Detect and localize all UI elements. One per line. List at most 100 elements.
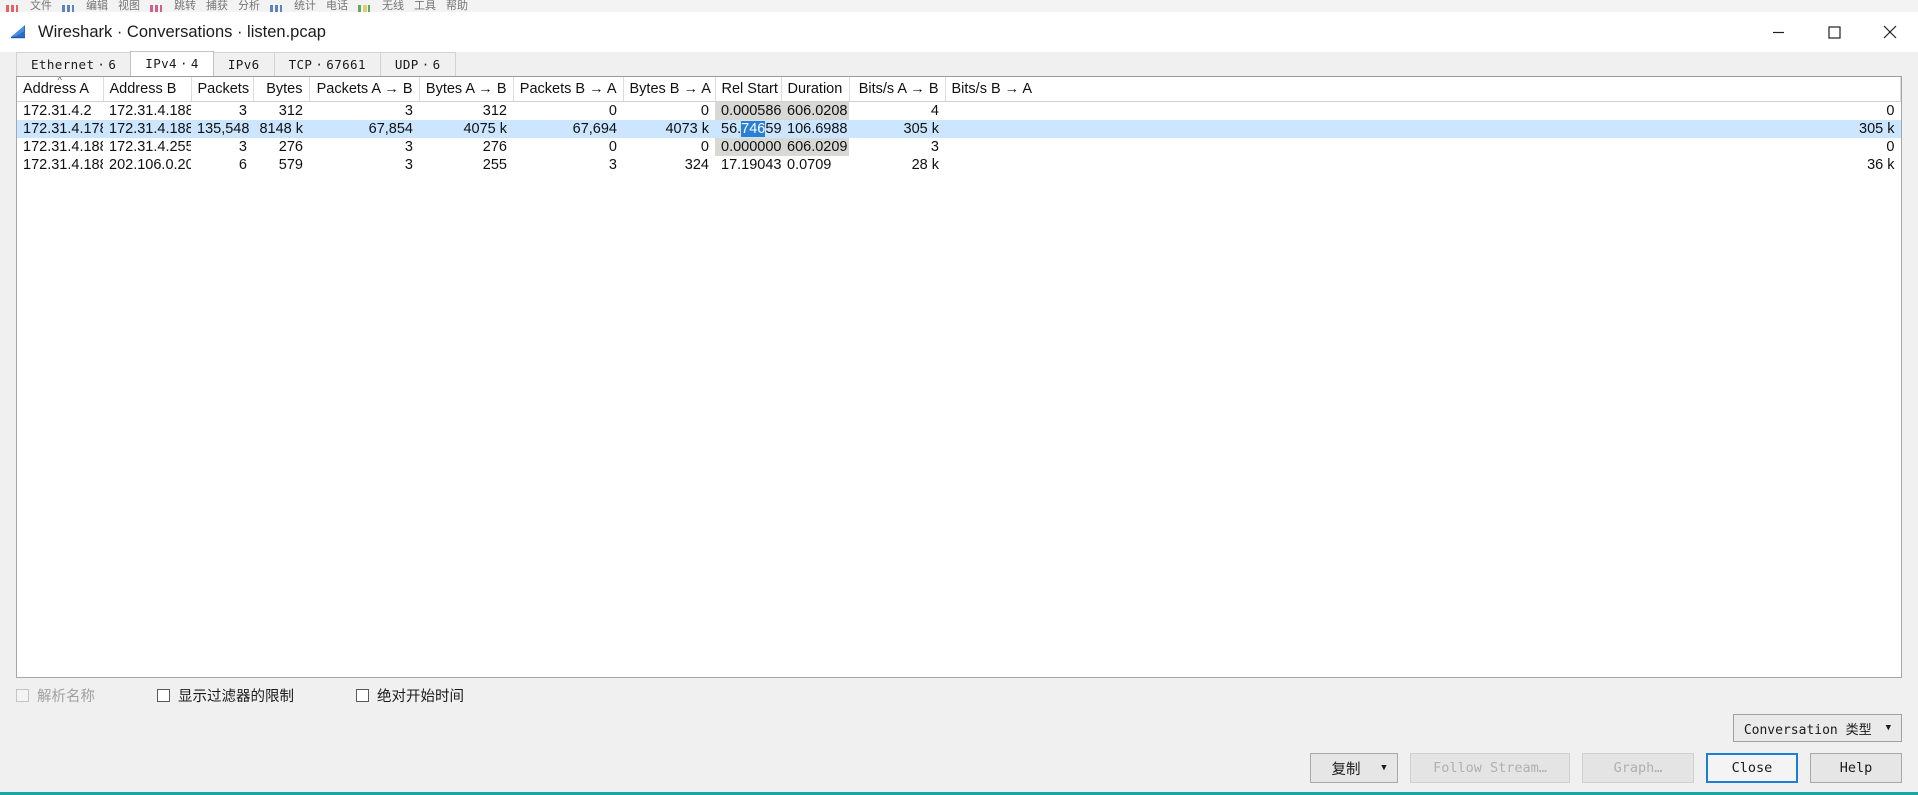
rel-start-suffix: 593 bbox=[765, 121, 781, 137]
checkbox-absolute-start-time[interactable]: 绝对开始时间 bbox=[356, 685, 464, 706]
column-header-address-a[interactable]: ^ Address A bbox=[17, 76, 104, 102]
column-header-duration[interactable]: Duration bbox=[781, 77, 850, 102]
conversation-type-row: Conversation 类型 ▼ bbox=[0, 712, 1918, 744]
cell-bits-s-b-to-a: 36 k bbox=[1867, 157, 1895, 173]
cell-bytes-a-to-b: 276 bbox=[482, 139, 507, 155]
cell-address-b: 202.106.0.20 bbox=[109, 157, 191, 173]
cell-address-b: 172.31.4.255 bbox=[109, 139, 191, 155]
checkbox-resolve-names[interactable]: 解析名称 bbox=[16, 685, 95, 706]
column-header-packets-a-to-b[interactable]: Packets A → B bbox=[309, 77, 420, 102]
tab-ipv4[interactable]: IPv4 · 4 bbox=[130, 51, 214, 76]
cell-bits-s-b-to-a: 305 k bbox=[945, 120, 1901, 138]
rel-start-prefix: 56. bbox=[721, 121, 742, 137]
checkbox-box-icon bbox=[16, 688, 29, 702]
tab-ethernet-count: 6 bbox=[108, 57, 117, 72]
cell-packets: 3 bbox=[238, 139, 247, 155]
tab-tcp[interactable]: TCP · 67661 bbox=[273, 52, 381, 76]
tab-ipv4-count: 4 bbox=[190, 56, 199, 71]
conversation-type-dropdown[interactable]: Conversation 类型 ▼ bbox=[1732, 714, 1902, 742]
column-header-packets-b-to-a[interactable]: Packets B → A bbox=[513, 77, 624, 102]
cell-packets-a-to-b: 3 bbox=[404, 139, 413, 155]
column-header-bytes-b-to-a[interactable]: Bytes B → A bbox=[623, 77, 716, 102]
column-header-bits-s-b-to-a[interactable]: Bits/s B → A bbox=[945, 77, 1901, 102]
close-dialog-button[interactable]: Close bbox=[1706, 753, 1798, 783]
help-button[interactable]: Help bbox=[1810, 753, 1902, 783]
column-header-rel-start[interactable]: Rel Start bbox=[715, 77, 782, 102]
cell-packets: 135,548 bbox=[191, 120, 253, 138]
cell-packets: 6 bbox=[238, 157, 247, 173]
cell-packets-a-to-b: 67,854 bbox=[309, 120, 419, 138]
bg-menu-tools: 工具 bbox=[414, 0, 436, 12]
copy-button[interactable]: 复制 ▼ bbox=[1310, 753, 1398, 783]
cell-duration: 106.6988 bbox=[781, 120, 849, 138]
cell-bits-s-a-to-b: 3 bbox=[930, 139, 939, 155]
tab-ipv6-label: IPv6 bbox=[227, 57, 260, 72]
background-toolbar: 文件 编辑 视图 跳转 捕获 分析 统计 电话 无线 工具 帮助 bbox=[0, 0, 1918, 12]
cell-bytes-b-to-a: 0 bbox=[700, 103, 709, 119]
tab-udp-count: 6 bbox=[432, 57, 441, 72]
column-header-bytes-a-to-b[interactable]: Bytes A → B bbox=[419, 77, 514, 102]
column-header-bits-s-a-to-b[interactable]: Bits/s A → B bbox=[849, 77, 946, 102]
table-row[interactable]: 172.31.4.178 172.31.4.188 135,548 8148 k… bbox=[17, 120, 1901, 138]
conversation-type-label: Conversation 类型 bbox=[1743, 722, 1872, 738]
checkbox-box-icon bbox=[356, 688, 369, 702]
chevron-down-icon: ▼ bbox=[1381, 763, 1387, 773]
bg-icon-3 bbox=[150, 1, 164, 12]
column-header-packets[interactable]: Packets bbox=[191, 77, 254, 102]
bg-menu-view: 视图 bbox=[118, 0, 140, 12]
tab-ethernet[interactable]: Ethernet · 6 bbox=[16, 52, 132, 76]
table-header-row: ^ Address A Address B Packets Bytes Pack… bbox=[17, 77, 1901, 102]
close-icon bbox=[1883, 25, 1897, 39]
cell-packets-b-to-a: 0 bbox=[608, 139, 617, 155]
cell-bytes-a-to-b: 312 bbox=[482, 103, 507, 119]
bg-icon-5 bbox=[358, 1, 372, 12]
close-button[interactable] bbox=[1862, 12, 1918, 52]
cell-packets-b-to-a: 67,694 bbox=[513, 120, 623, 138]
tab-ethernet-sep: · bbox=[97, 57, 106, 72]
table-row[interactable]: 172.31.4.188 202.106.0.20 6 579 3 255 3 … bbox=[17, 156, 1901, 174]
checkbox-absolute-start-time-label: 绝对开始时间 bbox=[377, 688, 464, 705]
cell-address-a: 172.31.4.188 bbox=[23, 139, 103, 155]
bg-menu-analyze: 分析 bbox=[238, 0, 260, 12]
column-header-address-b[interactable]: Address B bbox=[103, 77, 192, 102]
checkbox-box-icon bbox=[157, 688, 170, 702]
bg-menu-telephony: 电话 bbox=[326, 0, 348, 12]
tab-udp-sep: · bbox=[421, 57, 430, 72]
tab-udp[interactable]: UDP · 6 bbox=[379, 52, 456, 76]
protocol-tabs: Ethernet · 6 IPv4 · 4 IPv6 TCP · 67661 UDP · 6 bbox=[0, 51, 1918, 76]
conversations-dialog: Wireshark · Conversations · listen.pcap bbox=[0, 12, 1918, 795]
tab-ipv6[interactable]: IPv6 bbox=[212, 52, 275, 76]
checkbox-resolve-names-label: 解析名称 bbox=[37, 688, 95, 705]
maximize-button[interactable] bbox=[1806, 12, 1862, 52]
chevron-down-icon: ▼ bbox=[1885, 722, 1891, 733]
cell-bits-s-b-to-a: 0 bbox=[1886, 103, 1895, 119]
cell-rel-start: 56.746593 bbox=[715, 120, 781, 138]
minimize-icon bbox=[1772, 31, 1784, 33]
bg-menu-help: 帮助 bbox=[446, 0, 468, 12]
checkbox-limit-to-display-filter[interactable]: 显示过滤器的限制 bbox=[157, 685, 294, 706]
cell-packets-b-to-a: 0 bbox=[608, 103, 617, 119]
cell-duration: 606.0209 bbox=[781, 138, 849, 156]
conversations-table-container[interactable]: ^ Address A Address B Packets Bytes Pack… bbox=[16, 76, 1902, 678]
cell-rel-start: 0.000000 bbox=[715, 138, 781, 156]
table-row[interactable]: 172.31.4.2 172.31.4.188 3 312 3 312 0 0 … bbox=[17, 101, 1901, 120]
table-row[interactable]: 172.31.4.188 172.31.4.255 3 276 3 276 0 … bbox=[17, 138, 1901, 156]
column-header-bytes[interactable]: Bytes bbox=[253, 77, 310, 102]
options-row: 解析名称 显示过滤器的限制 绝对开始时间 bbox=[0, 678, 1918, 712]
copy-button-label: 复制 bbox=[1331, 761, 1361, 778]
bg-menu-goto: 跳转 bbox=[174, 0, 196, 12]
cell-address-b: 172.31.4.188 bbox=[109, 103, 191, 119]
cell-bits-s-a-to-b: 305 k bbox=[849, 120, 945, 138]
cell-bits-s-a-to-b: 28 k bbox=[911, 157, 939, 173]
tab-tcp-label: TCP bbox=[288, 57, 313, 72]
cell-bytes-a-to-b: 255 bbox=[482, 157, 507, 173]
bg-menu-edit: 编辑 bbox=[86, 0, 108, 12]
minimize-button[interactable] bbox=[1750, 12, 1806, 52]
cell-bytes: 579 bbox=[278, 157, 303, 173]
bg-menu-statistics: 统计 bbox=[294, 0, 316, 12]
follow-stream-button[interactable]: Follow Stream… bbox=[1410, 753, 1570, 783]
sort-ascending-icon: ^ bbox=[57, 76, 62, 85]
cell-bytes-b-to-a: 324 bbox=[684, 157, 709, 173]
tab-ipv4-sep: · bbox=[179, 56, 188, 71]
graph-button[interactable]: Graph… bbox=[1582, 753, 1694, 783]
